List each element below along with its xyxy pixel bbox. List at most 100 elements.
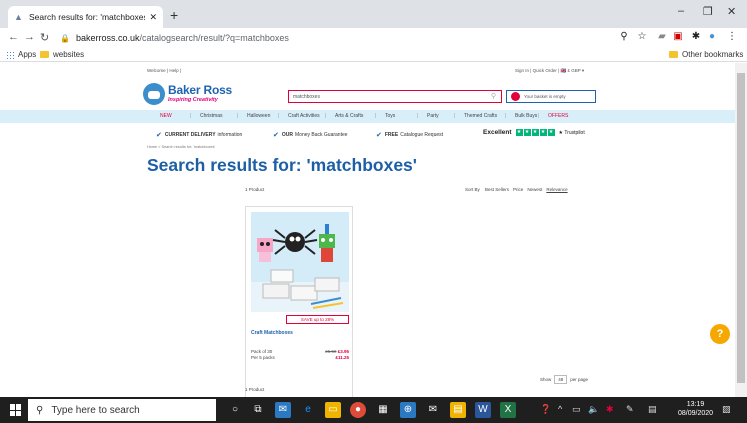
- pdf-extension-icon[interactable]: ▣: [672, 31, 684, 43]
- notifications-icon[interactable]: ▨: [722, 404, 731, 415]
- top-links-left[interactable]: Welcome | Help |: [147, 68, 181, 73]
- cortana-icon[interactable]: ○: [227, 402, 243, 418]
- sort-option-best-sellers[interactable]: Best Sellers: [485, 187, 509, 192]
- puzzle-extension-icon[interactable]: ✱: [690, 31, 702, 43]
- maximize-button[interactable]: ❐: [703, 5, 713, 18]
- sort-option-newest[interactable]: Newest: [527, 187, 542, 192]
- save-badge: SAVE up to 28%: [286, 315, 349, 324]
- basket-button[interactable]: Your basket is empty: [506, 90, 596, 103]
- product-name-link[interactable]: Craft Matchboxes: [251, 330, 293, 336]
- task-view-icon[interactable]: ⧉: [250, 402, 266, 418]
- battery-icon[interactable]: ▭: [572, 404, 581, 415]
- pen-icon[interactable]: ✎: [626, 404, 634, 415]
- page-scrollbar[interactable]: [735, 63, 747, 397]
- zoom-icon[interactable]: ⚲: [618, 31, 630, 43]
- trustpilot-brand: ★ Trustpilot: [558, 129, 585, 136]
- product-count-top: 1 Product: [245, 187, 265, 192]
- check-icon: ✔: [273, 132, 279, 139]
- breadcrumb[interactable]: Home > Search results for: 'matchboxes': [147, 145, 215, 149]
- edge-icon[interactable]: e: [300, 402, 316, 418]
- chrome-icon[interactable]: ●: [350, 402, 366, 418]
- category-halloween[interactable]: Halloween: [247, 113, 270, 119]
- bookmark-websites-label: websites: [53, 50, 85, 59]
- profile-avatar-icon[interactable]: ●: [706, 31, 718, 43]
- volume-icon[interactable]: 🔈: [588, 404, 599, 415]
- keyboard-icon[interactable]: ▤: [648, 404, 657, 415]
- usp-text: Catalogue Request: [400, 132, 444, 138]
- reload-icon[interactable]: ↻: [40, 31, 49, 44]
- browser-tab-bar: ▲ Search results for: 'matchboxes' ✕ + –…: [0, 0, 747, 28]
- per-page-select[interactable]: 48: [554, 375, 568, 384]
- help-tray-icon[interactable]: ❓: [540, 404, 551, 415]
- mail-icon[interactable]: ✉: [425, 402, 441, 418]
- excel-icon[interactable]: X: [500, 402, 516, 418]
- page-title: Search results for: 'matchboxes': [147, 155, 417, 175]
- site-logo[interactable]: Baker Ross Inspiring Creativity: [143, 81, 238, 107]
- category-party[interactable]: Party: [427, 113, 439, 119]
- category-bulk-buys[interactable]: Bulk Buys: [515, 113, 537, 119]
- forward-icon[interactable]: →: [24, 31, 35, 43]
- bookmark-star-icon[interactable]: ☆: [636, 31, 648, 43]
- calculator-icon[interactable]: ▦: [375, 402, 391, 418]
- usp-catalogue[interactable]: ✔ FREE Catalogue Request: [376, 131, 443, 139]
- address-bar[interactable]: 🔒 bakerross.co.uk /catalogsearch/result/…: [60, 30, 630, 46]
- trustpilot-stars-icon: ★ ★ ★ ★ ★: [515, 129, 555, 136]
- sort-option-relevance[interactable]: Relevance: [546, 187, 567, 192]
- tab-title: Search results for: 'matchboxes': [29, 12, 146, 22]
- category-offers[interactable]: OFFERS: [548, 113, 568, 119]
- category-separator: |: [417, 113, 419, 119]
- help-button[interactable]: ?: [710, 324, 730, 344]
- search-icon[interactable]: ⚲: [491, 92, 496, 100]
- category-separator: |: [325, 113, 327, 119]
- app-tray-icon[interactable]: ✱: [606, 404, 614, 415]
- site-search-input[interactable]: matchboxes ⚲: [288, 90, 502, 103]
- category-christmas[interactable]: Christmas: [200, 113, 223, 119]
- trustpilot-widget[interactable]: Excellent ★ ★ ★ ★ ★ ★ Trustpilot: [483, 129, 585, 136]
- usp-delivery[interactable]: ✔ CURRENT DELIVERY information: [156, 131, 242, 139]
- browser-tab[interactable]: ▲ Search results for: 'matchboxes' ✕: [8, 6, 163, 28]
- usp-bold: OUR: [281, 132, 293, 138]
- bookmark-other-label: Other bookmarks: [682, 50, 744, 59]
- tray-chevron-icon[interactable]: ^: [558, 404, 562, 414]
- category-craft-activities[interactable]: Craft Activities: [288, 113, 320, 119]
- clock-time: 13:19: [686, 401, 705, 408]
- per-page-suffix: per page: [570, 377, 589, 382]
- product-image[interactable]: [251, 212, 349, 312]
- usp-guarantee[interactable]: ✔ OUR Money Back Guarantee: [273, 131, 348, 139]
- word-icon[interactable]: W: [475, 402, 491, 418]
- sticky-notes-icon[interactable]: ▤: [450, 402, 466, 418]
- back-icon[interactable]: ←: [8, 31, 19, 43]
- logo-mark-icon: [143, 83, 165, 105]
- category-arts-crafts[interactable]: Arts & Crafts: [335, 113, 363, 119]
- new-tab-button[interactable]: +: [170, 7, 178, 23]
- taskbar-clock[interactable]: 13:19 08/09/2020: [678, 400, 713, 418]
- category-toys[interactable]: Toys: [385, 113, 395, 119]
- taskbar-search-input[interactable]: ⚲ Type here to search: [28, 399, 216, 421]
- top-links-right[interactable]: Sign In | Quick Order | 🇬🇧 £ GBP ▾: [515, 68, 584, 74]
- outlook-icon[interactable]: ✉: [275, 402, 291, 418]
- url-host: bakerross.co.uk: [75, 33, 140, 43]
- close-window-button[interactable]: ✕: [727, 5, 736, 18]
- lock-icon: 🔒: [60, 33, 70, 43]
- product-card[interactable]: SAVE up to 28% Craft Matchboxes Pack of …: [245, 206, 353, 397]
- pack-multi: Per 5 packs: [251, 355, 275, 360]
- product-prices: £5.50 £3.95 £11.25: [311, 349, 349, 361]
- category-new[interactable]: NEW: [160, 113, 172, 119]
- category-themed-crafts[interactable]: Themed Crafts: [464, 113, 497, 119]
- scrollbar-thumb[interactable]: [737, 73, 745, 383]
- windows-start-icon[interactable]: [10, 404, 22, 416]
- bookmark-websites[interactable]: websites: [40, 50, 84, 59]
- tab-close-icon[interactable]: ✕: [149, 12, 157, 23]
- teams-icon[interactable]: ⊕: [400, 402, 416, 418]
- bookmark-apps[interactable]: Apps: [6, 50, 36, 59]
- sort-option-price[interactable]: Price: [513, 187, 523, 192]
- category-nav: NEW | Christmas | Halloween | Craft Activities…: [0, 110, 735, 123]
- minimize-button[interactable]: –: [678, 5, 684, 17]
- clock-date: 08/09/2020: [678, 410, 714, 417]
- file-explorer-icon[interactable]: ▭: [325, 402, 341, 418]
- bookmark-other[interactable]: Other bookmarks: [669, 50, 743, 59]
- search-icon: ⚲: [36, 404, 44, 416]
- extension-icon[interactable]: ▰: [656, 31, 668, 43]
- web-page: Welcome | Help | Sign In | Quick Order |…: [0, 63, 735, 397]
- menu-kebab-icon[interactable]: ⋮: [726, 31, 738, 43]
